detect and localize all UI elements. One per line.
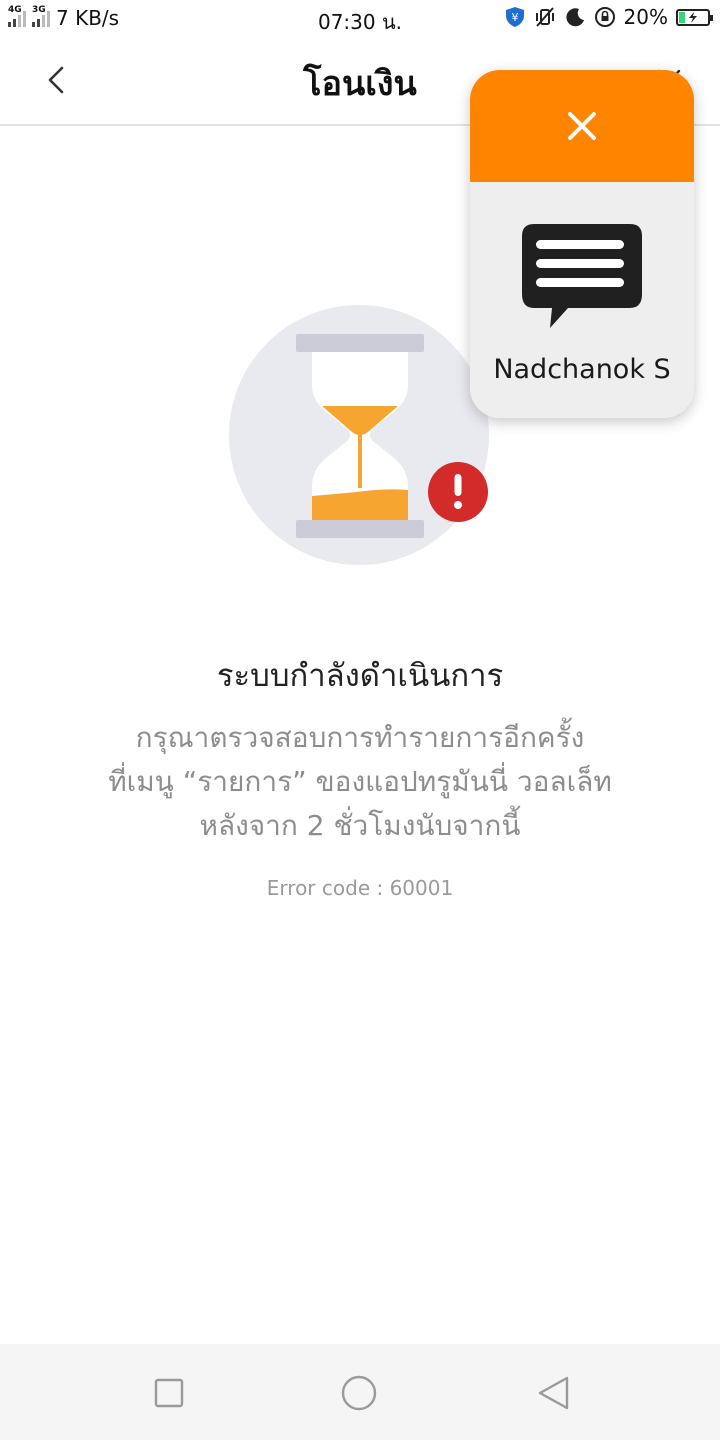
triangle-back-icon	[538, 1376, 569, 1410]
bubble-close-button[interactable]	[470, 70, 694, 182]
alert-icon	[428, 462, 488, 522]
moon-icon	[564, 6, 586, 28]
shield-icon: ¥	[504, 6, 526, 28]
recent-apps-button[interactable]	[150, 1374, 188, 1412]
status-description: กรุณาตรวจสอบการทำรายการอีกครั้ง ที่เมนู …	[60, 716, 660, 848]
chat-bubble-popup: Nadchanok S	[470, 70, 694, 418]
status-bar: 4G 3G 7 KB/s 07:30 น. ¥ 20%	[0, 0, 720, 36]
processing-illustration	[226, 300, 496, 570]
contact-name: Nadchanok S	[493, 354, 671, 385]
square-icon	[154, 1378, 184, 1408]
battery-icon	[676, 8, 713, 26]
close-icon	[568, 112, 596, 140]
bubble-contact[interactable]: Nadchanok S	[470, 182, 694, 418]
description-line: ที่เมนู “รายการ” ของแอปทรูมันนี่ วอลเล็ท	[108, 765, 612, 798]
status-title: ระบบกำลังดำเนินการ	[216, 658, 504, 694]
home-button[interactable]	[340, 1374, 378, 1412]
description-line: กรุณาตรวจสอบการทำรายการอีกครั้ง	[135, 721, 585, 754]
description-line: หลังจาก 2 ชั่วโมงนับจากนี้	[199, 809, 521, 842]
back-nav-button[interactable]	[534, 1374, 572, 1412]
battery-percent: 20%	[623, 5, 668, 29]
error-code: Error code : 60001	[266, 876, 454, 900]
vibrate-off-icon	[534, 6, 556, 28]
circle-icon	[341, 1375, 377, 1411]
svg-text:¥: ¥	[511, 11, 518, 24]
chat-bubble-icon	[520, 222, 644, 332]
rotation-lock-icon	[594, 6, 616, 28]
system-nav-bar	[0, 1344, 720, 1440]
